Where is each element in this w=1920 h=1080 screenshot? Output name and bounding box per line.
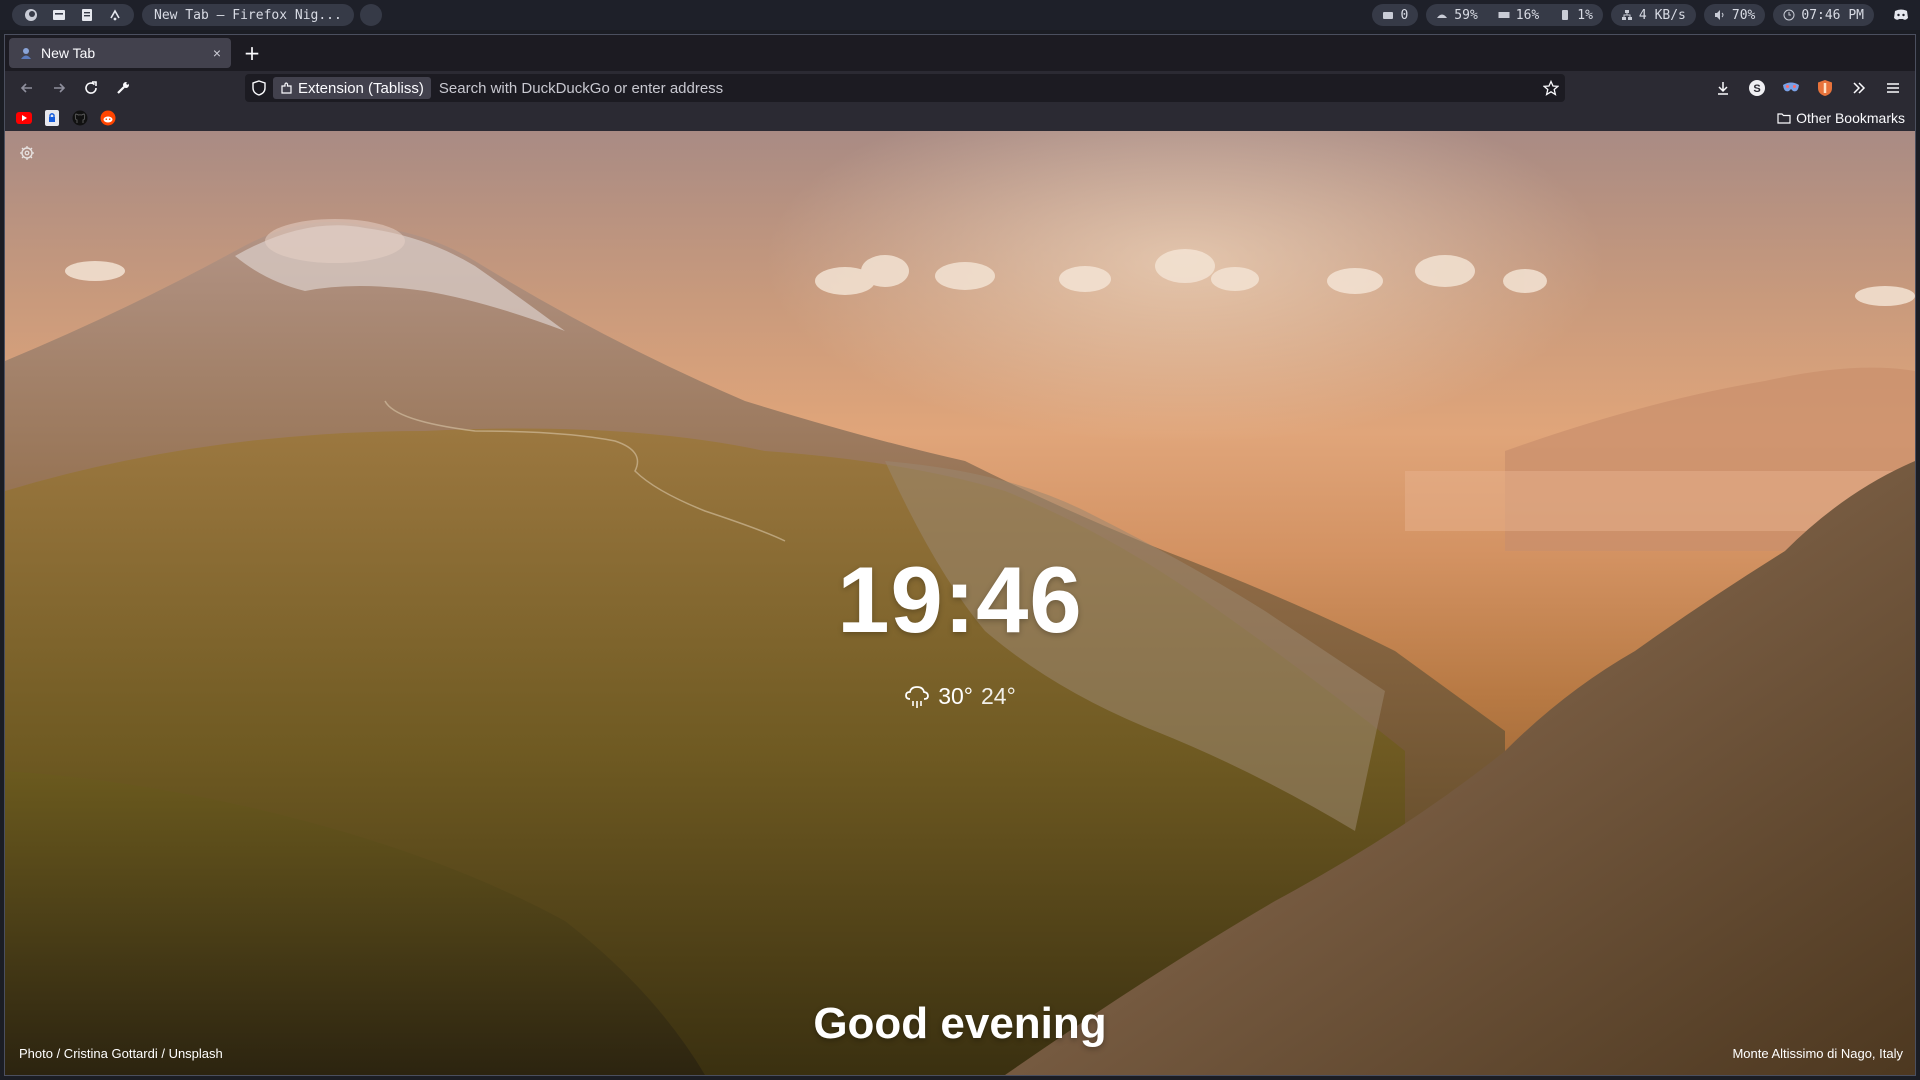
tabliss-favicon-icon <box>21 48 31 59</box>
wrench-icon <box>117 82 129 94</box>
s-extension-icon: S <box>1749 80 1765 96</box>
photo-credit-link[interactable]: Photo / Cristina Gottardi / Unsplash <box>19 1046 223 1061</box>
reload-icon <box>85 81 97 94</box>
navigation-toolbar: Extension (Tabliss) Search with DuckDuck… <box>5 71 1915 105</box>
network-icon <box>1621 10 1632 20</box>
app-menu-button[interactable] <box>1877 73 1909 103</box>
resources-module[interactable]: 59% 16% 1% <box>1426 4 1603 26</box>
extension-button-mask[interactable] <box>1775 73 1807 103</box>
photo-location-link[interactable]: Monte Altissimo di Nago, Italy <box>1732 1046 1903 1061</box>
network-value: 4 KB/s <box>1638 7 1686 23</box>
memory-value: 16% <box>1515 7 1540 23</box>
download-icon <box>1718 82 1728 95</box>
extension-identity-chip[interactable]: Extension (Tabliss) <box>273 77 431 99</box>
new-tab-page: 19:46 30° 24° Good evening Photo / Crist… <box>5 131 1915 1075</box>
new-tab-button[interactable]: + <box>237 38 267 68</box>
bookmarks-toolbar: Other Bookmarks <box>5 105 1915 131</box>
greeting-text: Good evening <box>813 999 1107 1048</box>
system-bar: New Tab — Firefox Nig... 0 59% 16% 1% 4 … <box>0 0 1920 30</box>
address-bar[interactable]: Extension (Tabliss) Search with DuckDuck… <box>245 74 1565 102</box>
address-input[interactable]: Search with DuckDuckGo or enter address <box>439 80 1537 97</box>
customize-button[interactable] <box>107 73 139 103</box>
cpu-value: 59% <box>1454 7 1478 23</box>
firefox-window: New Tab × + Extension (Tabliss) Search w… <box>4 34 1916 1076</box>
mask-extension-icon <box>1783 82 1799 92</box>
firefox-icon[interactable] <box>24 8 38 22</box>
discord-tray-icon[interactable] <box>1892 6 1910 24</box>
downloads-button[interactable] <box>1707 73 1739 103</box>
window-title: New Tab — Firefox Nig... <box>142 4 354 26</box>
youtube-icon[interactable] <box>15 109 33 127</box>
tab-bar: New Tab × + <box>5 35 1915 71</box>
bitwarden-icon[interactable] <box>43 109 61 127</box>
clock-module[interactable]: 07:46 PM <box>1773 4 1874 26</box>
bookmark-star-icon[interactable] <box>1543 80 1559 96</box>
extension-button-s[interactable]: S <box>1741 73 1773 103</box>
github-icon[interactable] <box>71 109 89 127</box>
notification-count: 0 <box>1400 7 1409 23</box>
weather-low: 24° <box>981 683 1016 709</box>
memory-icon <box>1498 12 1510 18</box>
disk-icon <box>1562 10 1569 20</box>
volume-value: 70% <box>1731 7 1756 23</box>
forward-button[interactable] <box>43 73 75 103</box>
cpu-icon <box>1437 14 1448 18</box>
tracking-shield-icon[interactable] <box>251 80 267 96</box>
svg-text:S: S <box>1753 83 1760 95</box>
folder-icon <box>1777 113 1791 124</box>
hamburger-menu-icon <box>1887 83 1899 93</box>
back-button[interactable] <box>11 73 43 103</box>
time-display: 19:46 <box>837 547 1083 652</box>
terminal-icon[interactable] <box>52 8 66 22</box>
notifications-module[interactable]: 0 <box>1372 4 1419 26</box>
volume-module[interactable]: 70% <box>1703 4 1766 26</box>
scratchpad-indicator[interactable] <box>359 4 382 26</box>
settings-gear-icon[interactable] <box>19 145 35 161</box>
network-module[interactable]: 4 KB/s <box>1610 4 1696 26</box>
reddit-icon[interactable] <box>99 109 117 127</box>
files-icon[interactable] <box>80 8 94 22</box>
reload-button[interactable] <box>75 73 107 103</box>
shield-extension-icon <box>1818 80 1832 96</box>
clock-value: 07:46 PM <box>1801 7 1864 23</box>
arrow-right-icon <box>54 83 66 93</box>
disk-value: 1% <box>1577 7 1593 23</box>
weather-widget: 30° 24° <box>5 683 1915 710</box>
notification-icon <box>1383 12 1394 19</box>
close-tab-icon[interactable]: × <box>213 45 221 61</box>
weather-high: 30° <box>938 683 973 709</box>
extension-button-ublock[interactable] <box>1809 73 1841 103</box>
chevron-double-right-icon <box>1853 82 1866 94</box>
tab-label: New Tab <box>41 45 96 61</box>
volume-icon <box>1714 10 1724 20</box>
other-bookmarks-label: Other Bookmarks <box>1796 110 1905 126</box>
tab-new-tab[interactable]: New Tab × <box>9 38 231 68</box>
overflow-menu-button[interactable] <box>1843 73 1875 103</box>
other-bookmarks-folder[interactable]: Other Bookmarks <box>1777 110 1905 126</box>
workspace-switcher <box>12 4 134 26</box>
arrow-left-icon <box>20 83 32 93</box>
apps-icon[interactable] <box>108 8 122 22</box>
clock-icon <box>1783 9 1795 21</box>
extension-label: Extension (Tabliss) <box>298 79 424 97</box>
rain-cloud-icon <box>905 685 930 708</box>
puzzle-piece-icon <box>281 82 292 94</box>
